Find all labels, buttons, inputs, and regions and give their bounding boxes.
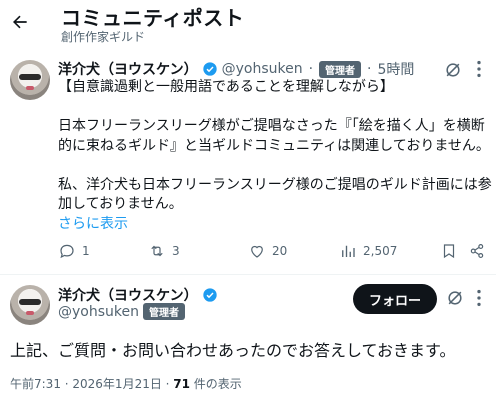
- like-icon: [251, 245, 263, 258]
- author-name[interactable]: 洋介犬（ヨウスケン）: [58, 59, 198, 79]
- mute-icon[interactable]: [445, 288, 465, 308]
- view-suffix: 件の表示: [189, 377, 242, 391]
- view-count: 71: [173, 377, 190, 391]
- views-icon: [342, 245, 355, 257]
- avatar[interactable]: [10, 60, 50, 100]
- mute-icon[interactable]: [443, 60, 463, 80]
- like-button[interactable]: 20: [248, 242, 287, 260]
- reply-count: 1: [82, 244, 90, 258]
- role-badge: 管理者: [143, 303, 185, 320]
- page-title: コミュニティポスト: [61, 6, 245, 30]
- timestamp-row: 午前7:31 · 2026年1月21日 · 71 件の表示: [10, 375, 242, 392]
- bookmark-icon: [443, 244, 455, 259]
- community-name[interactable]: 創作作家ギルド: [61, 28, 145, 45]
- share-icon: [470, 244, 484, 258]
- bookmark-button[interactable]: [440, 242, 458, 260]
- views-count: 2,507: [363, 244, 398, 258]
- verified-icon: [202, 62, 217, 76]
- post-line: 日本フリーランスリーグ様がご提唱なさった『「絵を描く人」を横断: [58, 118, 485, 134]
- back-arrow-icon: [13, 15, 27, 29]
- action-bar: 1 3 20 2,507: [58, 242, 488, 264]
- reply-button[interactable]: 1: [58, 242, 90, 260]
- repost-count: 3: [172, 244, 180, 258]
- handle-row: @yohsuken 管理者: [58, 303, 185, 320]
- repost-icon: [151, 245, 163, 257]
- show-more-link[interactable]: さらに表示: [58, 215, 488, 235]
- views-button[interactable]: 2,507: [339, 242, 397, 260]
- more-icon[interactable]: [468, 58, 490, 80]
- reply-icon: [60, 244, 74, 259]
- reply-detail: 洋介犬（ヨウスケン） @yohsuken 管理者 フォロー 上記、ご質問・お問い…: [0, 275, 496, 404]
- post-body: 【自意識過剰と一般用語であることを理解しながら】 日本フリーランスリーグ様がご提…: [58, 78, 492, 235]
- timestamp[interactable]: 午前7:31 · 2026年1月21日 ·: [10, 377, 173, 391]
- share-button[interactable]: [468, 242, 486, 260]
- verified-icon: [202, 288, 217, 302]
- avatar[interactable]: [10, 285, 50, 325]
- author-name[interactable]: 洋介犬（ヨウスケン）: [58, 285, 198, 305]
- more-icon[interactable]: [468, 287, 490, 309]
- reply-text: 上記、ご質問・お問い合わせあったのでお答えしておきます。: [10, 341, 456, 360]
- post[interactable]: 洋介犬（ヨウスケン） @yohsuken · 管理者 · 5時間 【自意識過剰と…: [0, 52, 496, 274]
- author-name-row: 洋介犬（ヨウスケン）: [58, 285, 218, 305]
- like-count: 20: [272, 244, 288, 258]
- post-meta: 洋介犬（ヨウスケン） @yohsuken · 管理者 · 5時間: [58, 59, 414, 79]
- post-line: 【自意識過剰と一般用語であることを理解しながら】: [58, 79, 394, 95]
- top-bar: コミュニティポスト 創作作家ギルド: [0, 0, 496, 50]
- post-time[interactable]: 5時間: [378, 59, 415, 79]
- author-handle[interactable]: @yohsuken: [58, 304, 139, 320]
- post-line: 加しておりません。: [58, 196, 183, 212]
- separator: ·: [367, 61, 372, 77]
- author-handle[interactable]: @yohsuken: [222, 61, 303, 77]
- back-button[interactable]: [6, 8, 34, 36]
- follow-button[interactable]: フォロー: [353, 284, 437, 314]
- role-badge: 管理者: [319, 60, 362, 78]
- repost-button[interactable]: 3: [148, 242, 180, 260]
- post-line: 的に束ねるギルド』と当ギルドコミュニティは関連しておりません。: [58, 137, 490, 154]
- separator: ·: [308, 61, 314, 77]
- post-line: 私、洋介犬も日本フリーランスリーグ様のご提唱のギルド計画には参: [58, 176, 492, 193]
